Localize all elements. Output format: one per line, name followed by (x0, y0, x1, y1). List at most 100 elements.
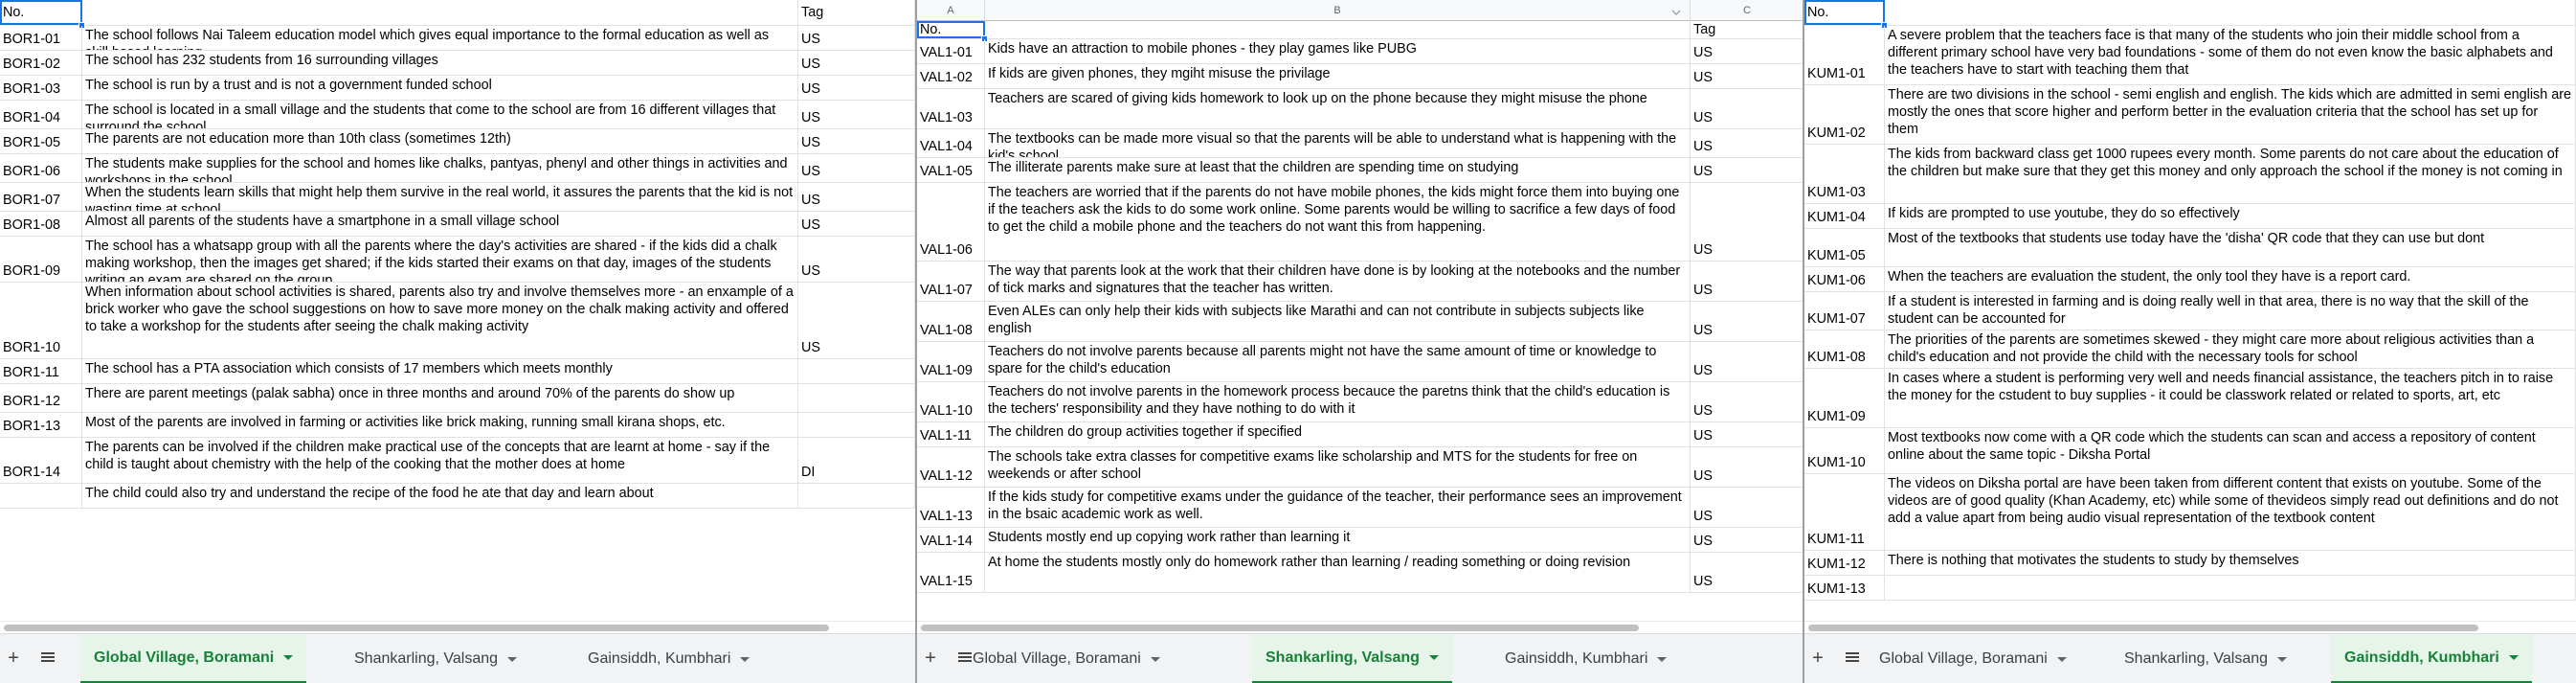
horizontal-scrollbar[interactable] (1804, 621, 2576, 632)
sheet-tab-2[interactable]: Shankarling, Valsang (341, 634, 530, 683)
tag-cell[interactable]: US (1691, 488, 1804, 527)
row-id-cell[interactable]: KUM1-11 (1804, 474, 1885, 550)
no-column-header[interactable]: No. (1804, 0, 1885, 25)
observation-text-cell[interactable]: Students mostly end up copying work rath… (985, 528, 1691, 552)
tag-cell[interactable]: US (798, 283, 915, 358)
no-column-header[interactable]: No. (0, 0, 82, 25)
tag-cell[interactable]: US (798, 154, 915, 182)
observation-text-cell[interactable]: Most textbooks now come with a QR code w… (1885, 428, 2576, 473)
tag-cell[interactable]: US (798, 237, 915, 282)
chevron-down-icon[interactable] (740, 656, 750, 662)
row-id-cell[interactable]: BOR1-10 (0, 283, 82, 358)
row-id-cell[interactable]: BOR1-06 (0, 154, 82, 182)
observation-text-cell[interactable]: The child could also try and understand … (82, 484, 798, 508)
row-id-cell[interactable] (0, 484, 82, 508)
tag-cell[interactable]: US (798, 212, 915, 236)
row-id-cell[interactable]: VAL1-12 (917, 447, 985, 487)
tag-cell[interactable]: US (1691, 528, 1804, 552)
chevron-down-icon[interactable] (2056, 656, 2067, 662)
row-id-cell[interactable]: KUM1-10 (1804, 428, 1885, 473)
row-id-cell[interactable]: KUM1-03 (1804, 145, 1885, 203)
row-id-cell[interactable]: VAL1-03 (917, 89, 985, 128)
observation-text-cell[interactable]: If a student is interested in farming an… (1885, 292, 2576, 330)
row-id-cell[interactable]: VAL1-05 (917, 158, 985, 182)
tag-cell[interactable]: US (798, 129, 915, 153)
observation-text-cell[interactable]: At home the students mostly only do home… (985, 553, 1691, 592)
observation-text-cell[interactable]: The kids from backward class get 1000 ru… (1885, 145, 2576, 203)
row-id-cell[interactable]: BOR1-12 (0, 384, 82, 412)
tag-cell[interactable]: US (1691, 422, 1804, 446)
observation-text-cell[interactable]: There is nothing that motivates the stud… (1885, 551, 2576, 575)
observation-text-cell[interactable]: When the students learn skills that migh… (82, 183, 798, 211)
tag-cell[interactable]: US (1691, 302, 1804, 341)
row-id-cell[interactable]: BOR1-09 (0, 237, 82, 282)
row-id-cell[interactable]: VAL1-04 (917, 129, 985, 157)
tag-cell[interactable]: DI (798, 438, 915, 483)
row-id-cell[interactable]: BOR1-13 (0, 413, 82, 437)
tag-cell[interactable]: US (1691, 553, 1804, 592)
row-id-cell[interactable]: VAL1-15 (917, 553, 985, 592)
sheet-tab-3[interactable]: Gainsiddh, Kumbhari (2331, 634, 2532, 683)
observation-text-cell[interactable]: The school is located in a small village… (82, 101, 798, 128)
row-id-cell[interactable]: KUM1-04 (1804, 204, 1885, 228)
observation-text-cell[interactable]: Most of the textbooks that students use … (1885, 229, 2576, 266)
row-id-cell[interactable]: BOR1-11 (0, 359, 82, 383)
horizontal-scrollbar[interactable] (917, 621, 1804, 632)
row-id-cell[interactable]: VAL1-02 (917, 64, 985, 88)
observation-text-cell[interactable]: There are parent meetings (palak sabha) … (82, 384, 798, 412)
row-id-cell[interactable]: KUM1-05 (1804, 229, 1885, 266)
row-id-cell[interactable]: VAL1-06 (917, 183, 985, 261)
observation-text-cell[interactable]: The school has a PTA association which c… (82, 359, 798, 383)
chevron-down-icon[interactable] (1428, 655, 1439, 660)
row-id-cell[interactable]: KUM1-01 (1804, 26, 1885, 84)
scrollbar-thumb[interactable] (1808, 625, 2478, 631)
no-column-header[interactable]: No. (917, 21, 985, 38)
add-sheet-icon[interactable]: + (4, 649, 23, 668)
sheet-tab-1[interactable]: Global Village, Boramani (959, 634, 1174, 683)
row-id-cell[interactable]: VAL1-14 (917, 528, 985, 552)
observation-text-cell[interactable]: Almost all parents of the students have … (82, 212, 798, 236)
tag-cell[interactable]: US (1691, 158, 1804, 182)
tag-cell[interactable]: US (798, 76, 915, 100)
tag-cell[interactable]: US (1691, 262, 1804, 301)
observation-text-cell[interactable]: The school has 232 students from 16 surr… (82, 51, 798, 75)
observation-text-cell[interactable]: A severe problem that the teachers face … (1885, 26, 2576, 84)
observation-text-cell[interactable]: The illiterate parents make sure at leas… (985, 158, 1691, 182)
chevron-down-icon[interactable] (507, 656, 518, 662)
sheet-tab-3[interactable]: Gainsiddh, Kumbhari (574, 634, 763, 683)
sheet-tab-2[interactable]: Shankarling, Valsang (1252, 634, 1452, 683)
row-id-cell[interactable]: KUM1-02 (1804, 85, 1885, 144)
observation-text-cell[interactable]: The children do group activities togethe… (985, 422, 1691, 446)
chevron-down-icon[interactable] (2508, 655, 2519, 660)
observation-text-cell[interactable]: Kids have an attraction to mobile phones… (985, 39, 1691, 63)
tag-cell[interactable]: US (1691, 89, 1804, 128)
tag-cell[interactable]: US (1691, 342, 1804, 381)
scrollbar-thumb[interactable] (4, 625, 829, 631)
text-column-header[interactable] (985, 21, 1691, 38)
tag-cell[interactable]: US (798, 183, 915, 211)
add-sheet-icon[interactable]: + (921, 649, 940, 668)
text-column-header[interactable] (1885, 0, 2576, 25)
row-id-cell[interactable]: KUM1-13 (1804, 576, 1885, 600)
observation-text-cell[interactable]: If the kids study for competitive exams … (985, 488, 1691, 527)
tag-cell[interactable] (798, 413, 915, 437)
text-column-header[interactable] (82, 0, 798, 25)
row-id-cell[interactable]: BOR1-14 (0, 438, 82, 483)
chevron-down-icon[interactable] (1150, 656, 1160, 662)
row-id-cell[interactable]: VAL1-08 (917, 302, 985, 341)
tag-cell[interactable] (798, 484, 915, 508)
row-id-cell[interactable]: KUM1-07 (1804, 292, 1885, 330)
row-id-cell[interactable]: VAL1-01 (917, 39, 985, 63)
row-id-cell[interactable]: BOR1-07 (0, 183, 82, 211)
scrollbar-thumb[interactable] (921, 625, 1639, 631)
tag-cell[interactable]: US (798, 51, 915, 75)
tag-cell[interactable]: US (1691, 183, 1804, 261)
observation-text-cell[interactable]: The videos on Diksha portal are have bee… (1885, 474, 2576, 550)
column-letter-c[interactable]: C (1691, 0, 1804, 21)
chevron-down-icon[interactable] (1657, 656, 1668, 662)
sheet-tab-1[interactable]: Global Village, Boramani (80, 634, 307, 683)
row-id-cell[interactable]: BOR1-08 (0, 212, 82, 236)
row-id-cell[interactable]: VAL1-13 (917, 488, 985, 527)
tag-cell[interactable]: US (1691, 129, 1804, 157)
observation-text-cell[interactable]: If kids are given phones, they mgiht mis… (985, 64, 1691, 88)
